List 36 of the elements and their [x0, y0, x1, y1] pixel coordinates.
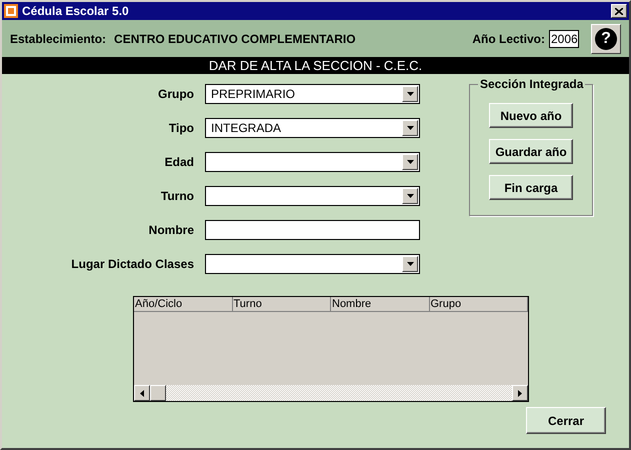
- action-button[interactable]: Guardar año: [489, 139, 573, 164]
- establishment-name: CENTRO EDUCATIVO COMPLEMENTARIO: [114, 32, 356, 46]
- column-header[interactable]: Año/Ciclo: [134, 297, 232, 311]
- field-label: Tipo: [168, 121, 194, 135]
- action-button[interactable]: Nuevo año: [489, 103, 573, 128]
- horizontal-scrollbar[interactable]: [134, 385, 528, 401]
- right-arrow-icon: [518, 390, 522, 396]
- section-title: DAR DE ALTA LA SECCION - C.E.C.: [208, 58, 422, 73]
- field-label: Edad: [164, 155, 194, 169]
- input-field[interactable]: [205, 220, 420, 240]
- scroll-left-button[interactable]: [134, 385, 150, 401]
- dropdown[interactable]: [205, 254, 420, 274]
- scroll-thumb[interactable]: [150, 385, 166, 401]
- field-label: Turno: [160, 189, 194, 203]
- column-header[interactable]: Turno: [232, 297, 331, 311]
- field-label: Grupo: [157, 87, 194, 101]
- app-logo-icon: [4, 4, 18, 18]
- help-button[interactable]: ?: [591, 24, 621, 54]
- left-arrow-icon: [140, 390, 144, 396]
- school-year-field[interactable]: 2006: [549, 30, 579, 48]
- window-title: Cédula Escolar 5.0: [22, 4, 130, 18]
- group-title: Sección Integrada: [478, 77, 586, 91]
- school-year-label: Año Lectivo:: [472, 32, 545, 46]
- column-header[interactable]: Grupo: [430, 297, 528, 311]
- establishment-label: Establecimiento:: [10, 32, 106, 46]
- action-button[interactable]: Fin carga: [489, 175, 573, 200]
- dropdown[interactable]: INTEGRADA: [205, 118, 420, 138]
- dropdown[interactable]: [205, 152, 420, 172]
- field-label: Nombre: [148, 223, 194, 237]
- dropdown[interactable]: [205, 186, 420, 206]
- close-button[interactable]: Cerrar: [526, 407, 606, 434]
- field-label: Lugar Dictado Clases: [70, 257, 194, 271]
- column-header[interactable]: Nombre: [331, 297, 430, 311]
- dropdown[interactable]: PREPRIMARIO: [205, 84, 420, 104]
- close-icon[interactable]: [611, 4, 627, 18]
- scroll-right-button[interactable]: [512, 385, 528, 401]
